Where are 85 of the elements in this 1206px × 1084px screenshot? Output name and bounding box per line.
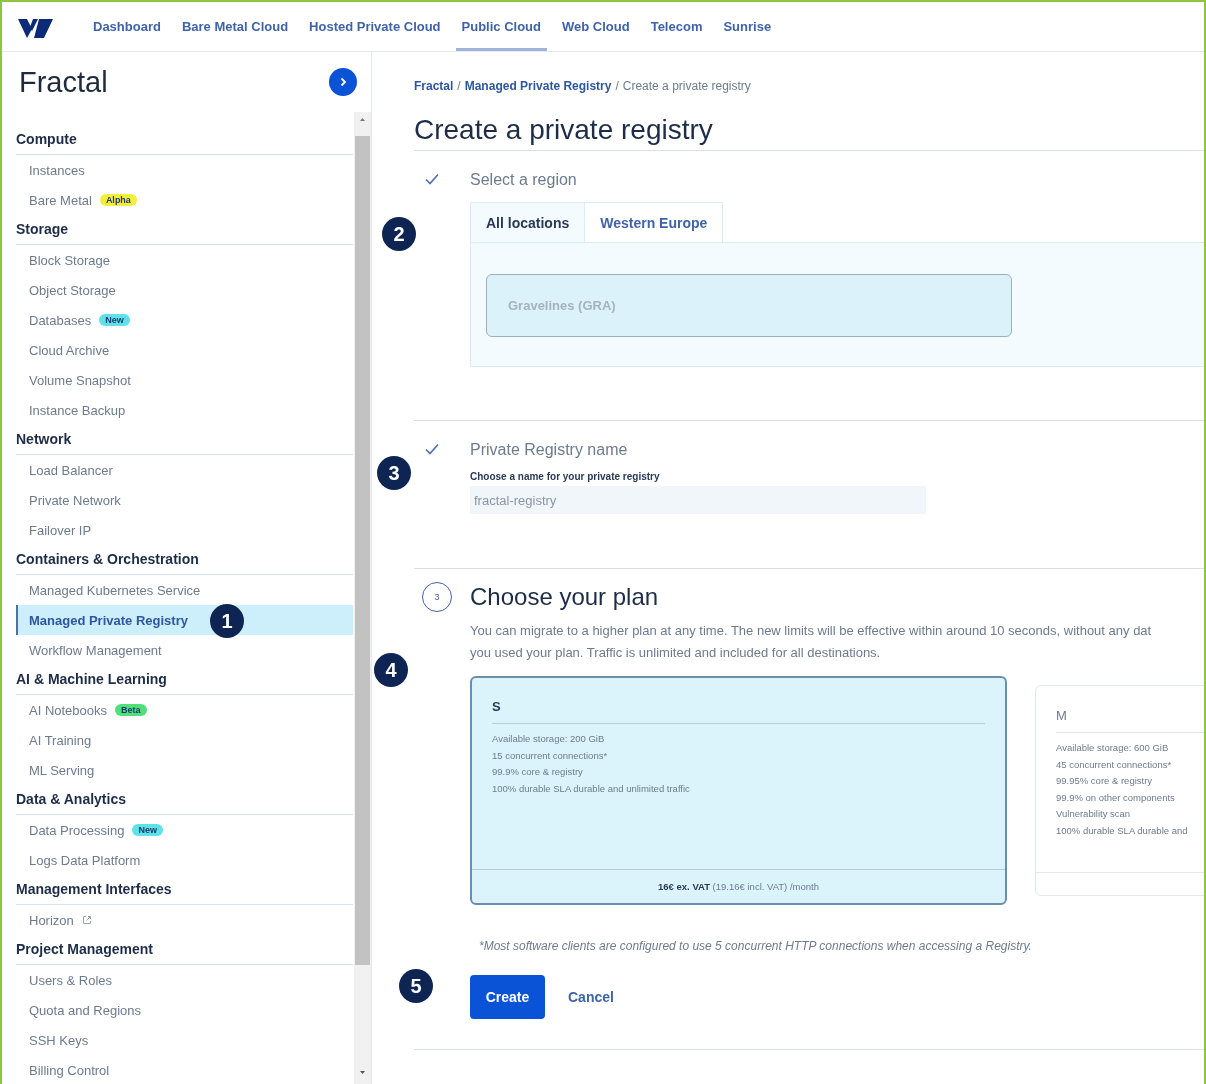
plan-feature: 100% durable SLA durable and unlimited traffic xyxy=(492,781,691,796)
section-heading: AI & Machine Learning xyxy=(16,665,353,695)
nav-tab[interactable]: Dashboard xyxy=(87,2,167,51)
plan-price: 16€ ex. VAT (19.16€ incl. VAT) /month xyxy=(658,881,819,892)
plan-feature: 99.9% on other components xyxy=(1056,790,1176,805)
sidebar-item[interactable]: Bare Metal Alpha xyxy=(16,185,353,215)
callout-number: 2 xyxy=(382,217,416,251)
callout-number: 3 xyxy=(377,456,411,490)
sidebar-item[interactable]: Object Storage xyxy=(16,275,353,305)
plan-feature: 45 concurrent connections* xyxy=(1056,757,1173,772)
sidebar-item[interactable]: Logs Data Platform xyxy=(16,845,353,875)
nav-tab[interactable]: Sunrise xyxy=(717,2,778,51)
plan-card[interactable]: S Available storage: 200 GiB 15 concurrent connections* 99.9% core & registry 100% durable SLA durable and unlimited traffic 16€ ex. VAT (19.16€ incl. VAT) /month xyxy=(470,676,1007,905)
section-heading: Containers & Orchestration xyxy=(16,545,353,575)
status-badge: New xyxy=(132,824,163,836)
region-tab[interactable]: Western Europe xyxy=(584,202,724,242)
section-heading: Compute xyxy=(16,125,353,155)
sidebar-item[interactable]: Instances xyxy=(16,155,353,185)
region-option: Gravelines (GRA) xyxy=(486,274,1012,337)
step-title: Private Registry name xyxy=(470,440,629,460)
sidebar-item[interactable]: Managed Kubernetes Service xyxy=(16,575,353,605)
sidebar-item[interactable]: Workflow Management xyxy=(16,635,353,665)
sidebar-item[interactable]: Load Balancer xyxy=(16,455,353,485)
nav-tab[interactable]: Public Cloud xyxy=(455,2,547,51)
sidebar-item[interactable]: Instance Backup xyxy=(16,395,353,425)
expand-button[interactable] xyxy=(329,68,357,96)
nav-tab[interactable]: Hosted Private Cloud xyxy=(303,2,447,51)
project-title: Fractal xyxy=(19,65,108,99)
sidebar-item[interactable]: Volume Snapshot xyxy=(16,365,353,395)
sidebar-item[interactable]: AI Training xyxy=(16,725,353,755)
sidebar-item[interactable]: Quota and Regions xyxy=(16,995,353,1025)
chevron-right-icon xyxy=(338,77,348,87)
status-badge: Beta xyxy=(115,704,147,716)
external-link-icon xyxy=(81,915,92,925)
sidebar-item[interactable]: Horizon xyxy=(16,905,353,935)
plan-description: you used your plan. Traffic is unlimited and included for all destinations. xyxy=(470,644,882,662)
plan-feature: Available storage: 600 GiB xyxy=(1056,741,1170,755)
region-tab[interactable]: All locations xyxy=(470,202,585,242)
plan-description: You can migrate to a higher plan at any time. The new limits will be effective within around 10 seconds, without any dat xyxy=(470,622,1153,640)
sidebar-item[interactable]: Billing Control xyxy=(16,1055,353,1084)
breadcrumb-link[interactable]: Fractal xyxy=(414,79,454,93)
step-title: Select a region xyxy=(470,170,578,190)
plan-feature: 99.95% core & registry xyxy=(1056,774,1154,788)
plan-name: S xyxy=(492,699,985,724)
plan-feature: Available storage: 200 GiB xyxy=(492,732,606,746)
field-label: Choose a name for your private registry xyxy=(470,471,661,482)
sidebar-item[interactable]: Private Network xyxy=(16,485,353,515)
plan-feature: Vulnerability scan xyxy=(1056,807,1132,821)
plan-feature: 99.9% core & registry xyxy=(492,765,584,779)
breadcrumb-current: Create a private registry xyxy=(622,79,751,93)
sidebar-item[interactable]: AI Notebooks Beta xyxy=(16,695,353,725)
section-heading: Management Interfaces xyxy=(16,875,353,905)
sidebar-item[interactable]: Cloud Archive xyxy=(16,335,353,365)
breadcrumb-link[interactable]: Managed Private Registry xyxy=(464,79,612,93)
plan-card[interactable]: M Available storage: 600 GiB 45 concurrent connections* 99.95% core & registry 99.9% on other components Vulnerability scan 100% durable SLA durable and xyxy=(1035,685,1204,896)
plan-name: M xyxy=(1056,708,1204,733)
breadcrumb-separator: / xyxy=(457,79,461,93)
plan-feature: 15 concurrent connections* xyxy=(492,748,609,763)
sidebar-item[interactable]: Block Storage xyxy=(16,245,353,275)
sidebar-item[interactable]: SSH Keys xyxy=(16,1025,353,1055)
status-badge: Alpha xyxy=(99,194,137,206)
cancel-link[interactable]: Cancel xyxy=(565,989,617,1005)
page-title: Create a private registry xyxy=(414,113,714,147)
breadcrumb-separator: / xyxy=(615,79,619,93)
sidebar-item[interactable]: Failover IP xyxy=(16,515,353,545)
callout-number: 5 xyxy=(399,969,433,1003)
plan-feature: 100% durable SLA durable and xyxy=(1056,823,1189,838)
name-field[interactable]: fractal-registry xyxy=(470,486,926,514)
sidebar-item[interactable]: Databases New xyxy=(16,305,353,335)
sidebar-item[interactable]: Data Processing New xyxy=(16,815,353,845)
sidebar-item[interactable]: ML Serving xyxy=(16,755,353,785)
nav-tab[interactable]: Web Cloud xyxy=(556,2,636,51)
nav-tab[interactable]: Bare Metal Cloud xyxy=(175,2,295,51)
section-heading: Network xyxy=(16,425,353,455)
create-button[interactable]: Create xyxy=(470,975,545,1019)
sidebar-item[interactable]: Users & Roles xyxy=(16,965,353,995)
scrollbar[interactable] xyxy=(354,112,371,1084)
section-heading: Data & Analytics xyxy=(16,785,353,815)
callout-number: 4 xyxy=(374,653,408,687)
footnote: *Most software clients are configured to use 5 concurrent HTTP connections when accessing a Registry. xyxy=(479,939,1033,953)
section-heading: Storage xyxy=(16,215,353,245)
status-badge: New xyxy=(99,314,130,326)
section-heading: Project Management xyxy=(16,935,353,965)
nav-tab[interactable]: Telecom xyxy=(644,2,709,51)
step-title: Choose your plan xyxy=(470,582,660,612)
